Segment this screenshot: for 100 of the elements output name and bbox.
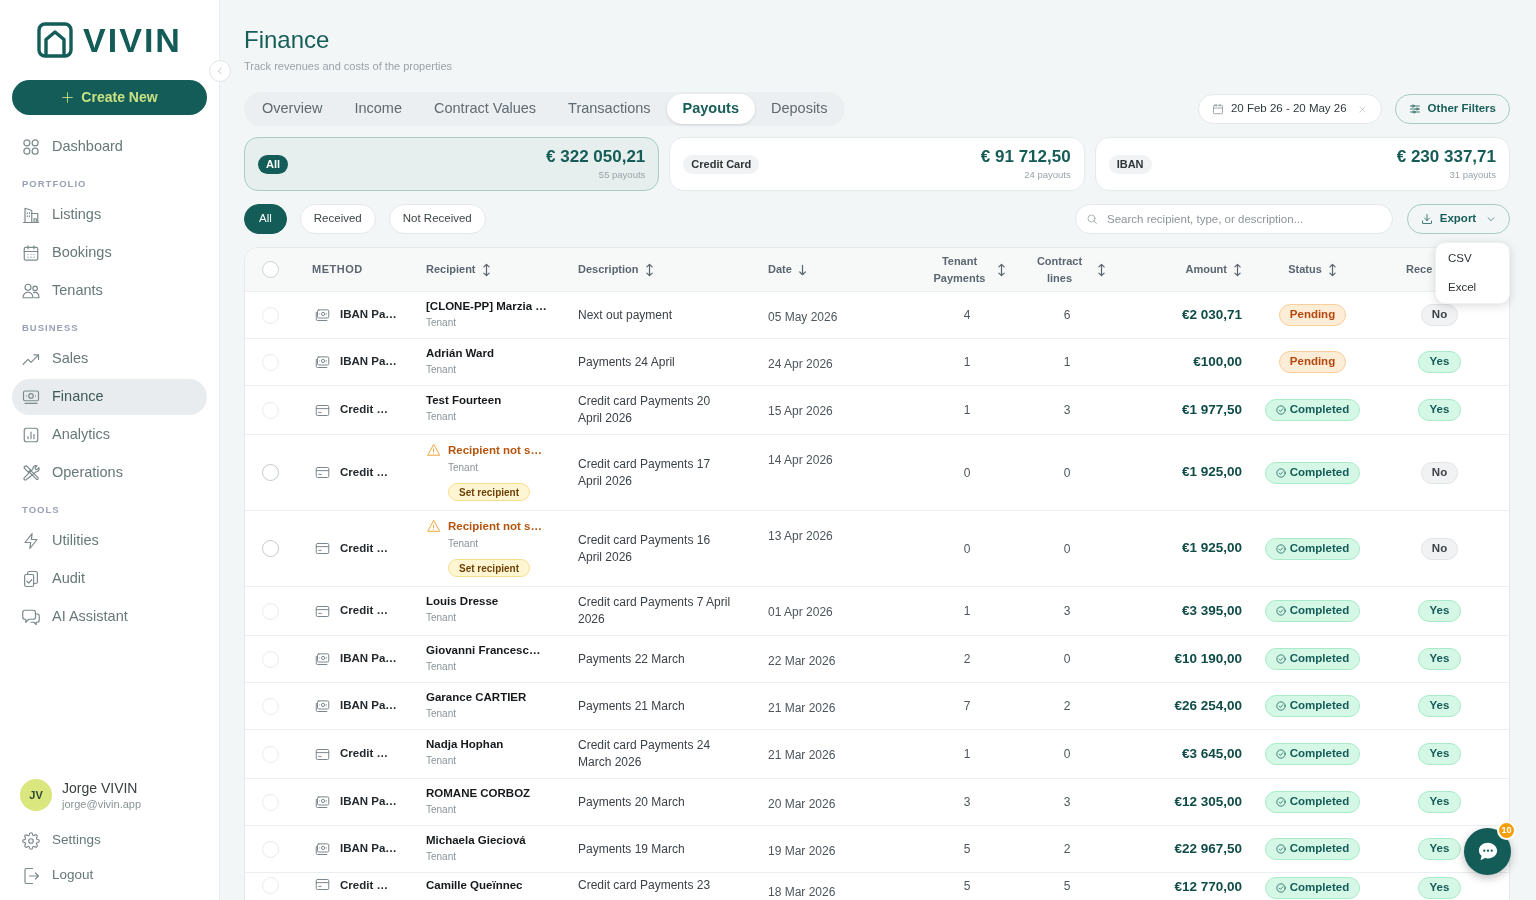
column-header[interactable]: Contract lines: [1028, 252, 1106, 287]
filter-pill[interactable]: Not Received: [388, 204, 486, 234]
column-header[interactable]: Date: [768, 261, 807, 278]
arrow-down-icon: [797, 263, 807, 276]
card-count: 24 payouts: [1024, 169, 1071, 181]
amount-text: €1 977,50: [1181, 400, 1242, 419]
column-header: METHOD: [312, 262, 363, 277]
create-new-button[interactable]: Create New: [12, 80, 207, 115]
received-badge: Yes: [1417, 791, 1462, 813]
check-circle-icon: [1275, 654, 1286, 664]
filter-pill[interactable]: Received: [299, 204, 376, 234]
menu-item[interactable]: CSV: [1436, 244, 1509, 273]
set-recipient-button[interactable]: Set recipient: [448, 483, 531, 501]
tab[interactable]: Payouts: [666, 94, 755, 124]
recipient-role: Tenant: [426, 317, 458, 329]
nav-item[interactable]: AI Assistant: [12, 599, 207, 635]
recipient-name: Louis Dresse: [426, 595, 500, 607]
banknote-icon: [314, 307, 331, 323]
tab[interactable]: Transactions: [552, 94, 667, 124]
nav-item[interactable]: Tenants: [12, 273, 207, 309]
select-all-checkbox[interactable]: [262, 261, 279, 278]
recipient-name: Adrián Ward: [426, 347, 495, 359]
contract-lines-count: 1: [1063, 354, 1071, 371]
filter-pill[interactable]: All: [244, 204, 287, 234]
date-text: 01 Apr 2026: [768, 605, 833, 619]
row-checkbox[interactable]: [262, 464, 279, 481]
nav-item[interactable]: Listings: [12, 197, 207, 233]
nav-item[interactable]: Audit: [12, 561, 207, 597]
nav-item[interactable]: Utilities: [12, 523, 207, 559]
column-header[interactable]: Tenant Payments: [928, 252, 1006, 287]
recipient-role: Tenant: [448, 462, 480, 474]
column-header[interactable]: Description: [578, 261, 654, 278]
check-circle-icon: [1275, 749, 1286, 759]
users-icon: [22, 282, 40, 300]
description-text: Payments 20 March: [578, 793, 685, 811]
tools-icon: [22, 464, 40, 482]
check-circle-icon: [1275, 606, 1286, 616]
credit-card-icon: [314, 402, 331, 418]
description-text: Payments 22 March: [578, 650, 685, 668]
date-text: 21 Mar 2026: [768, 701, 836, 715]
nav-item[interactable]: Dashboard: [12, 129, 207, 165]
tab[interactable]: Overview: [246, 94, 339, 124]
amount-text: €100,00: [1193, 352, 1242, 371]
sort-icon: [481, 262, 491, 277]
date-text: 22 Mar 2026: [768, 654, 836, 668]
tab[interactable]: Income: [338, 94, 418, 124]
date-range-picker[interactable]: 20 Feb 26 - 20 May 26: [1197, 94, 1382, 124]
date-text: 20 Mar 2026: [768, 797, 836, 811]
recipient-name: Giovanni Francesc…: [426, 644, 542, 656]
nav-item[interactable]: Analytics: [12, 417, 207, 453]
tenant-payments-count: 2: [963, 651, 971, 668]
summary-card[interactable]: Credit Card € 91 712,50 24 payouts: [669, 137, 1085, 191]
avatar: JV: [20, 779, 52, 811]
close-icon[interactable]: [1357, 104, 1367, 114]
export-button[interactable]: Export: [1407, 204, 1510, 234]
page-title: Finance: [244, 26, 331, 54]
check-circle-icon: [1275, 883, 1286, 893]
search-field[interactable]: Search recipient, type, or description...: [1075, 204, 1393, 234]
summary-card[interactable]: IBAN € 230 337,71 31 payouts: [1094, 137, 1510, 191]
user-name: Jorge VIVIN: [62, 779, 139, 797]
contract-lines-count: 2: [1063, 698, 1071, 715]
card-amount: € 322 050,21: [546, 147, 646, 167]
menu-item[interactable]: Excel: [1436, 273, 1509, 302]
row-checkbox[interactable]: [262, 540, 279, 557]
tenant-payments-count: 7: [963, 698, 971, 715]
amount-text: €1 925,00: [1181, 539, 1242, 558]
set-recipient-button[interactable]: Set recipient: [448, 559, 531, 577]
banknote-icon: [314, 354, 331, 370]
plus-icon: [61, 91, 75, 104]
nav-item[interactable]: Sales: [12, 341, 207, 377]
footer-link[interactable]: Settings: [12, 824, 207, 857]
banknote-icon: [314, 698, 331, 714]
tab[interactable]: Deposits: [755, 94, 844, 124]
tenant-payments-count: 1: [963, 746, 971, 763]
check-circle-icon: [1275, 701, 1286, 711]
other-filters-button[interactable]: Other Filters: [1394, 94, 1510, 124]
nav-item[interactable]: Finance: [12, 379, 207, 415]
recipient-role: Tenant: [426, 708, 458, 720]
credit-card-icon: [314, 541, 331, 556]
sort-icon: [644, 262, 654, 277]
column-header[interactable]: Amount: [1185, 261, 1242, 278]
recipient-name: [CLONE-PP] Marzia …: [426, 300, 548, 312]
amount-text: €3 645,00: [1181, 744, 1242, 763]
column-header[interactable]: Status: [1288, 261, 1337, 278]
recipient-name: Test Fourteen: [426, 394, 503, 406]
column-header[interactable]: Recipient: [426, 261, 491, 278]
nav-item[interactable]: Bookings: [12, 235, 207, 271]
nav-item[interactable]: Operations: [12, 455, 207, 491]
amount-text: €22 967,50: [1174, 839, 1242, 858]
section-heading: TOOLS: [21, 502, 61, 517]
credit-card-icon: [314, 465, 331, 480]
tab[interactable]: Contract Values: [418, 94, 553, 124]
footer-link[interactable]: Logout: [12, 859, 207, 892]
recipient-role: Tenant: [426, 804, 458, 816]
method-label: Credit …: [340, 603, 388, 619]
credit-card-icon: [314, 603, 331, 619]
collapse-sidebar-button[interactable]: [209, 60, 231, 82]
summary-card[interactable]: All € 322 050,21 55 payouts: [244, 137, 660, 191]
sort-icon: [996, 262, 1006, 277]
column-header: Rece: [1406, 262, 1433, 277]
